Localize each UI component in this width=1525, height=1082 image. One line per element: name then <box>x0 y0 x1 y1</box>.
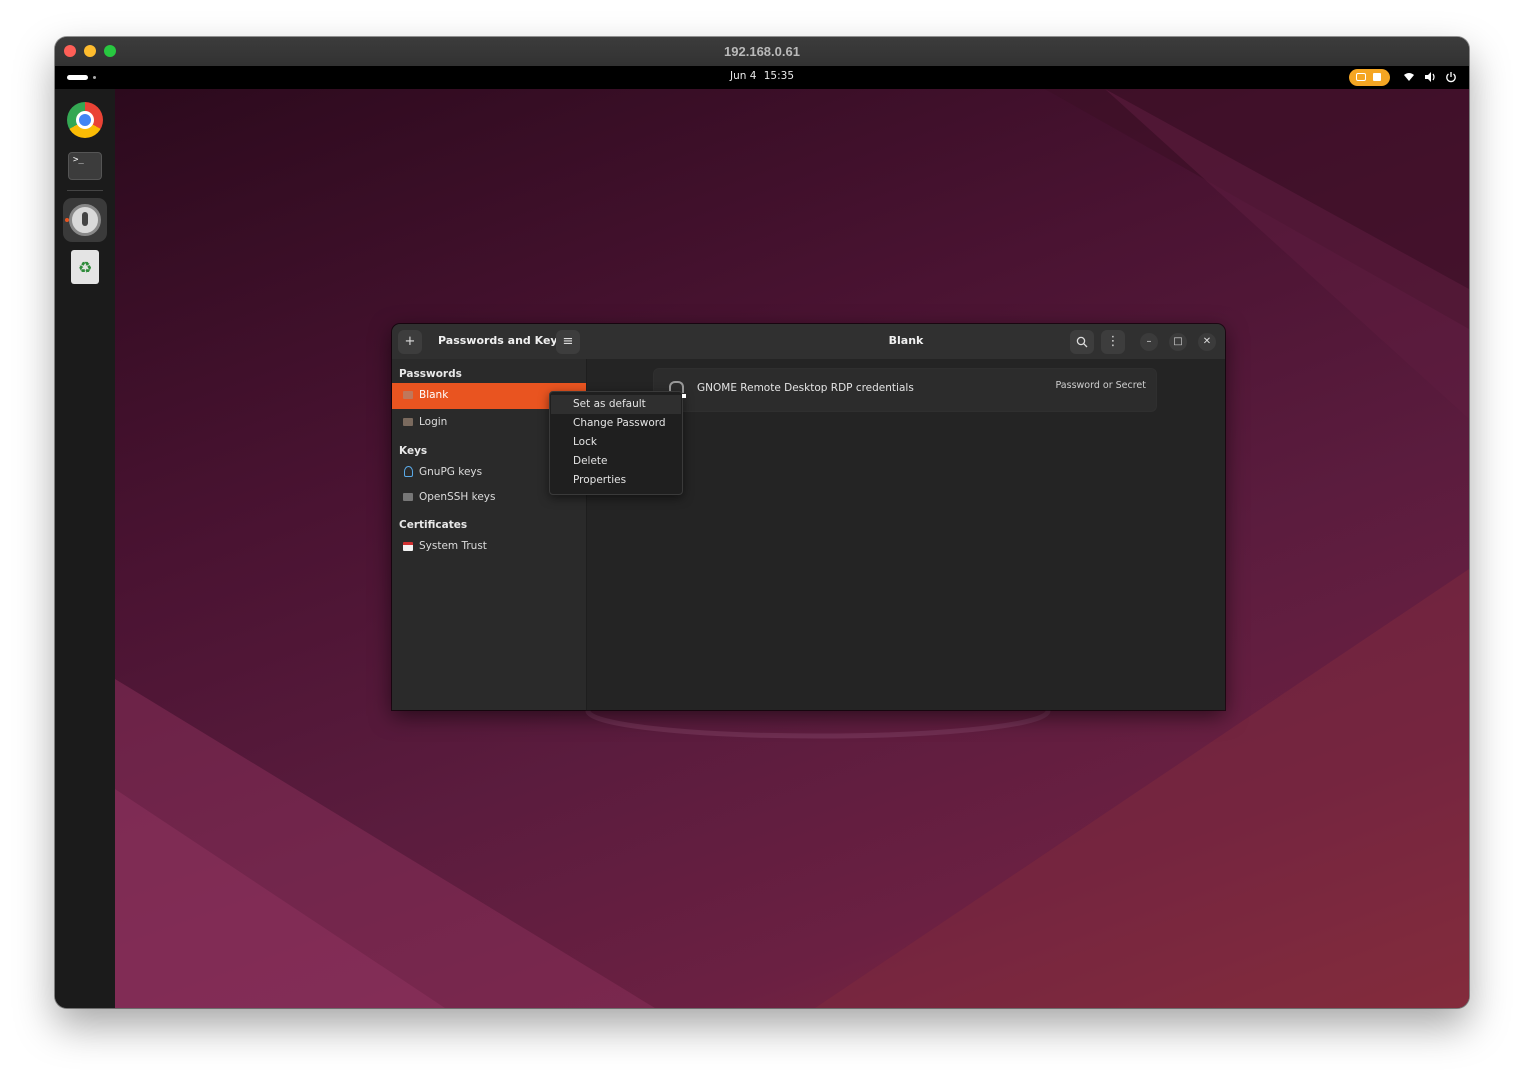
maximize-button[interactable]: □ <box>1169 333 1187 351</box>
certificate-icon <box>403 542 413 551</box>
main-menu-button[interactable]: ≡ <box>556 330 580 354</box>
dock: >_ ♻ <box>55 89 115 1008</box>
sidebar-item-label: Blank <box>419 389 449 401</box>
keyring-icon <box>403 418 413 426</box>
menu-item-label: Change Password <box>573 417 666 429</box>
sidebar-item-label: Login <box>419 416 448 428</box>
header-bar: + Passwords and Keys ≡ Blank ⋮ – □ ✕ <box>392 324 1225 360</box>
power-icon[interactable] <box>1445 71 1457 83</box>
chrome-icon <box>67 102 103 138</box>
item-type: Password or Secret <box>1055 380 1147 391</box>
gnupg-key-icon <box>404 466 413 477</box>
passwords-keys-window: + Passwords and Keys ≡ Blank ⋮ – □ ✕ Pas… <box>392 324 1225 710</box>
mouse-cursor <box>682 394 686 398</box>
menu-item-label: Set as default <box>573 398 646 410</box>
more-options-button[interactable]: ⋮ <box>1101 330 1125 354</box>
close-button[interactable]: ✕ <box>1198 333 1216 351</box>
menu-item-label: Lock <box>573 436 597 448</box>
menu-item-properties[interactable]: Properties <box>551 471 681 490</box>
dock-chrome[interactable] <box>63 98 107 142</box>
page-title: Blank <box>888 334 924 347</box>
passwords-keys-icon <box>69 204 101 236</box>
menu-item-label: Delete <box>573 455 608 467</box>
wifi-icon[interactable] <box>1403 71 1415 83</box>
sidebar-item-label: System Trust <box>419 540 487 552</box>
add-button[interactable]: + <box>398 330 422 354</box>
close-icon: ✕ <box>1202 336 1212 347</box>
keyring-icon <box>403 391 413 399</box>
menu-item-delete[interactable]: Delete <box>551 452 681 471</box>
item-name: GNOME Remote Desktop RDP credentials <box>697 382 914 394</box>
keys-heading: Keys <box>399 445 428 457</box>
vertical-dots-icon: ⋮ <box>1106 334 1120 349</box>
ubuntu-top-bar: Jun 4 15:35 <box>55 66 1469 89</box>
search-icon <box>1076 336 1088 348</box>
screen-share-indicator[interactable] <box>1349 69 1390 86</box>
sidebar-item-system-trust[interactable]: System Trust <box>392 534 586 560</box>
window-title: 192.168.0.61 <box>724 44 800 59</box>
sidebar-item-label: OpenSSH keys <box>419 491 496 503</box>
trash-icon: ♻ <box>71 250 99 284</box>
menu-item-change-password[interactable]: Change Password <box>551 414 681 433</box>
menu-item-lock[interactable]: Lock <box>551 433 681 452</box>
ssh-key-icon <box>403 493 413 501</box>
menu-item-label: Properties <box>573 474 627 486</box>
dock-terminal[interactable]: >_ <box>63 144 107 188</box>
minimize-icon: – <box>1146 336 1152 347</box>
keyring-context-menu: Set as default Change Password Lock Dele… <box>549 391 683 495</box>
stop-icon <box>1373 73 1381 81</box>
menu-item-set-default[interactable]: Set as default <box>551 395 681 414</box>
certificates-heading: Certificates <box>399 519 468 531</box>
dock-separator <box>67 190 103 191</box>
list-item[interactable]: GNOME Remote Desktop RDP credentials Pas… <box>653 368 1157 412</box>
sidebar-item-label: GnuPG keys <box>419 466 483 478</box>
mac-titlebar: 192.168.0.61 <box>55 37 1469 67</box>
clock-date: Jun 4 <box>729 70 757 82</box>
clock-time: 15:35 <box>763 70 795 82</box>
maximize-icon: □ <box>1173 336 1183 347</box>
dock-passwords-keys[interactable] <box>63 198 107 242</box>
remote-desktop-icon <box>1356 73 1366 81</box>
sidebar-title: Passwords and Keys <box>438 334 565 347</box>
terminal-icon: >_ <box>68 152 102 180</box>
volume-icon[interactable] <box>1424 71 1437 83</box>
dock-trash[interactable]: ♻ <box>63 246 107 290</box>
clock[interactable]: Jun 4 15:35 <box>55 70 1469 82</box>
minimize-button[interactable]: – <box>1140 333 1158 351</box>
search-button[interactable] <box>1070 330 1094 354</box>
passwords-heading: Passwords <box>399 368 462 380</box>
